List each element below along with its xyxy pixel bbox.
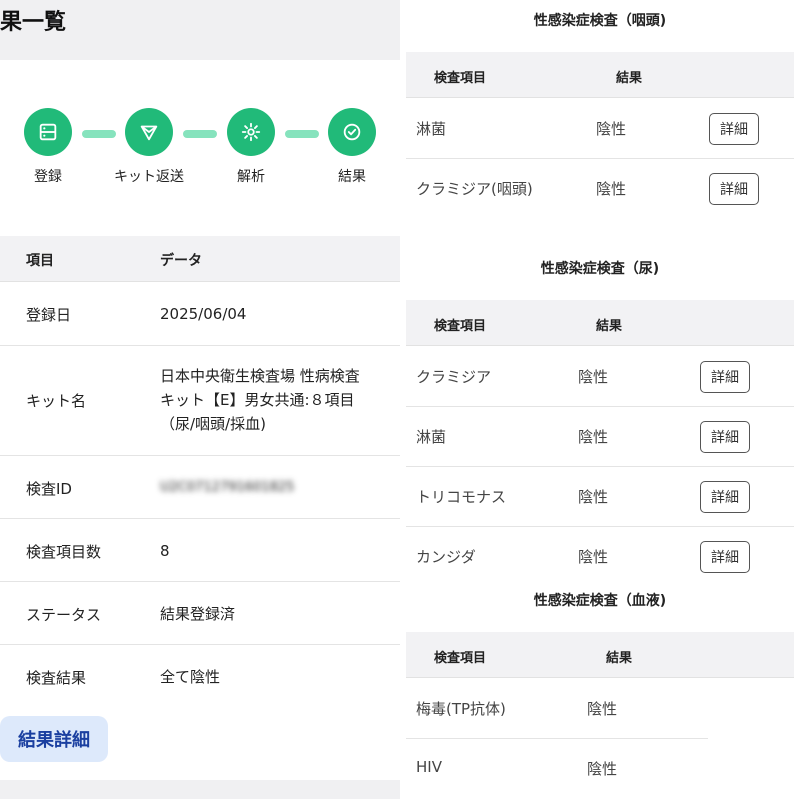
info-row-item-count: 検査項目数 8 (0, 519, 400, 582)
col-test-item: 検査項目 (434, 71, 487, 86)
col-result: 結果 (616, 71, 643, 86)
test-item-name: 淋菌 (416, 428, 447, 446)
result-summary-panel: 果一覧 登録 キット返送 解析 結果 項目 データ 登録日 2025/06/04… (0, 0, 400, 799)
step-result (328, 108, 376, 156)
test-item-name: クラミジア (416, 368, 492, 386)
test-item-name: 梅毒(TP抗体) (416, 700, 506, 718)
info-key: 検査ID (26, 480, 72, 498)
result-detail-button[interactable]: 結果詳細 (0, 716, 108, 762)
section-header-throat: 検査項目 結果 (406, 52, 794, 98)
table-row: 梅毒(TP抗体) 陰性 (406, 679, 708, 739)
test-result: 陰性 (578, 488, 609, 506)
info-row-status: ステータス 結果登録済 (0, 582, 400, 645)
test-result: 陰性 (578, 548, 609, 566)
check-circle-icon (343, 123, 361, 141)
detail-button[interactable]: 詳細 (709, 173, 759, 205)
section-title-throat: 性感染症検査（咽頭) (533, 13, 667, 29)
kit-name-line: キット【E】男女共通:８項目 (160, 391, 355, 409)
col-result: 結果 (606, 651, 633, 666)
test-result: 陰性 (596, 180, 627, 198)
info-value: 8 (160, 542, 170, 560)
info-value: 日本中央衛生検査場 性病検査 キット【E】男女共通:８項目 （尿/咽頭/採血) (160, 364, 385, 436)
info-row-test-result: 検査結果 全て陰性 (0, 645, 400, 708)
step-label-return-kit: キット返送 (114, 169, 184, 185)
test-result: 陰性 (578, 368, 609, 386)
test-result: 陰性 (596, 120, 627, 138)
test-item-name: HIV (416, 758, 442, 776)
table-row: トリコモナス 陰性 詳細 (406, 467, 794, 527)
detail-button[interactable]: 詳細 (700, 541, 750, 573)
info-key: ステータス (26, 606, 102, 624)
test-result: 陰性 (587, 760, 618, 778)
header-data: データ (160, 253, 202, 269)
test-result: 陰性 (578, 428, 609, 446)
info-value: 全て陰性 (160, 668, 221, 686)
section-title-urine: 性感染症検査（尿) (540, 261, 660, 277)
info-row-kit-name: キット名 日本中央衛生検査場 性病検査 キット【E】男女共通:８項目 （尿/咽頭… (0, 346, 400, 456)
detail-button[interactable]: 詳細 (700, 361, 750, 393)
screen: 果一覧 登録 キット返送 解析 結果 項目 データ 登録日 2025/06/04… (0, 0, 800, 799)
info-row-registered-date: 登録日 2025/06/04 (0, 282, 400, 346)
step-connector (183, 130, 217, 138)
info-key: 登録日 (26, 306, 72, 324)
info-key: キット名 (26, 392, 87, 410)
step-connector (82, 130, 116, 138)
step-connector (285, 130, 319, 138)
test-item-name: カンジダ (416, 548, 476, 566)
info-value: 結果登録済 (160, 605, 236, 623)
step-return-kit (125, 108, 173, 156)
detail-button[interactable]: 詳細 (709, 113, 759, 145)
detail-button[interactable]: 詳細 (700, 481, 750, 513)
section-title-blood: 性感染症検査（血液) (533, 593, 667, 609)
section-header-blood: 検査項目 結果 (406, 632, 794, 678)
table-row: クラミジア(咽頭) 陰性 詳細 (406, 159, 794, 219)
page-title: 果一覧 (0, 10, 67, 35)
send-icon (140, 125, 158, 141)
table-row: カンジダ 陰性 詳細 (406, 527, 794, 587)
test-item-name: 淋菌 (416, 120, 447, 138)
test-item-name: クラミジア(咽頭) (416, 180, 533, 198)
info-row-test-id: 検査ID U2C0712791601825 (0, 456, 400, 519)
step-register (24, 108, 72, 156)
kit-name-line: 日本中央衛生検査場 性病検査 (160, 367, 360, 385)
step-label-register: 登録 (34, 169, 62, 185)
header-item: 項目 (26, 253, 54, 269)
info-table-header: 項目 データ (0, 236, 400, 282)
col-test-item: 検査項目 (434, 319, 487, 334)
detail-button[interactable]: 詳細 (700, 421, 750, 453)
test-result: 陰性 (587, 700, 618, 718)
info-value: 2025/06/04 (160, 305, 247, 323)
section-header-urine: 検査項目 結果 (406, 300, 794, 346)
gear-icon (241, 122, 261, 142)
step-label-result: 結果 (338, 169, 366, 185)
info-key: 検査項目数 (26, 543, 102, 561)
table-row: 淋菌 陰性 詳細 (406, 407, 794, 467)
table-row: 淋菌 陰性 詳細 (406, 99, 794, 159)
kit-name-line: （尿/咽頭/採血) (160, 415, 266, 433)
col-result: 結果 (596, 319, 623, 334)
info-key: 検査結果 (26, 669, 87, 687)
step-analysis (227, 108, 275, 156)
table-row: クラミジア 陰性 詳細 (406, 347, 794, 407)
col-test-item: 検査項目 (434, 651, 487, 666)
info-value-redacted: U2C0712791601825 (160, 480, 295, 495)
result-detail-panel: 性感染症検査（咽頭) 検査項目 結果 淋菌 陰性 詳細 クラミジア(咽頭) 陰性… (406, 0, 800, 799)
table-row: HIV 陰性 (406, 739, 708, 799)
test-item-name: トリコモナス (416, 488, 507, 506)
step-label-analysis: 解析 (237, 169, 265, 185)
server-icon (39, 123, 57, 141)
